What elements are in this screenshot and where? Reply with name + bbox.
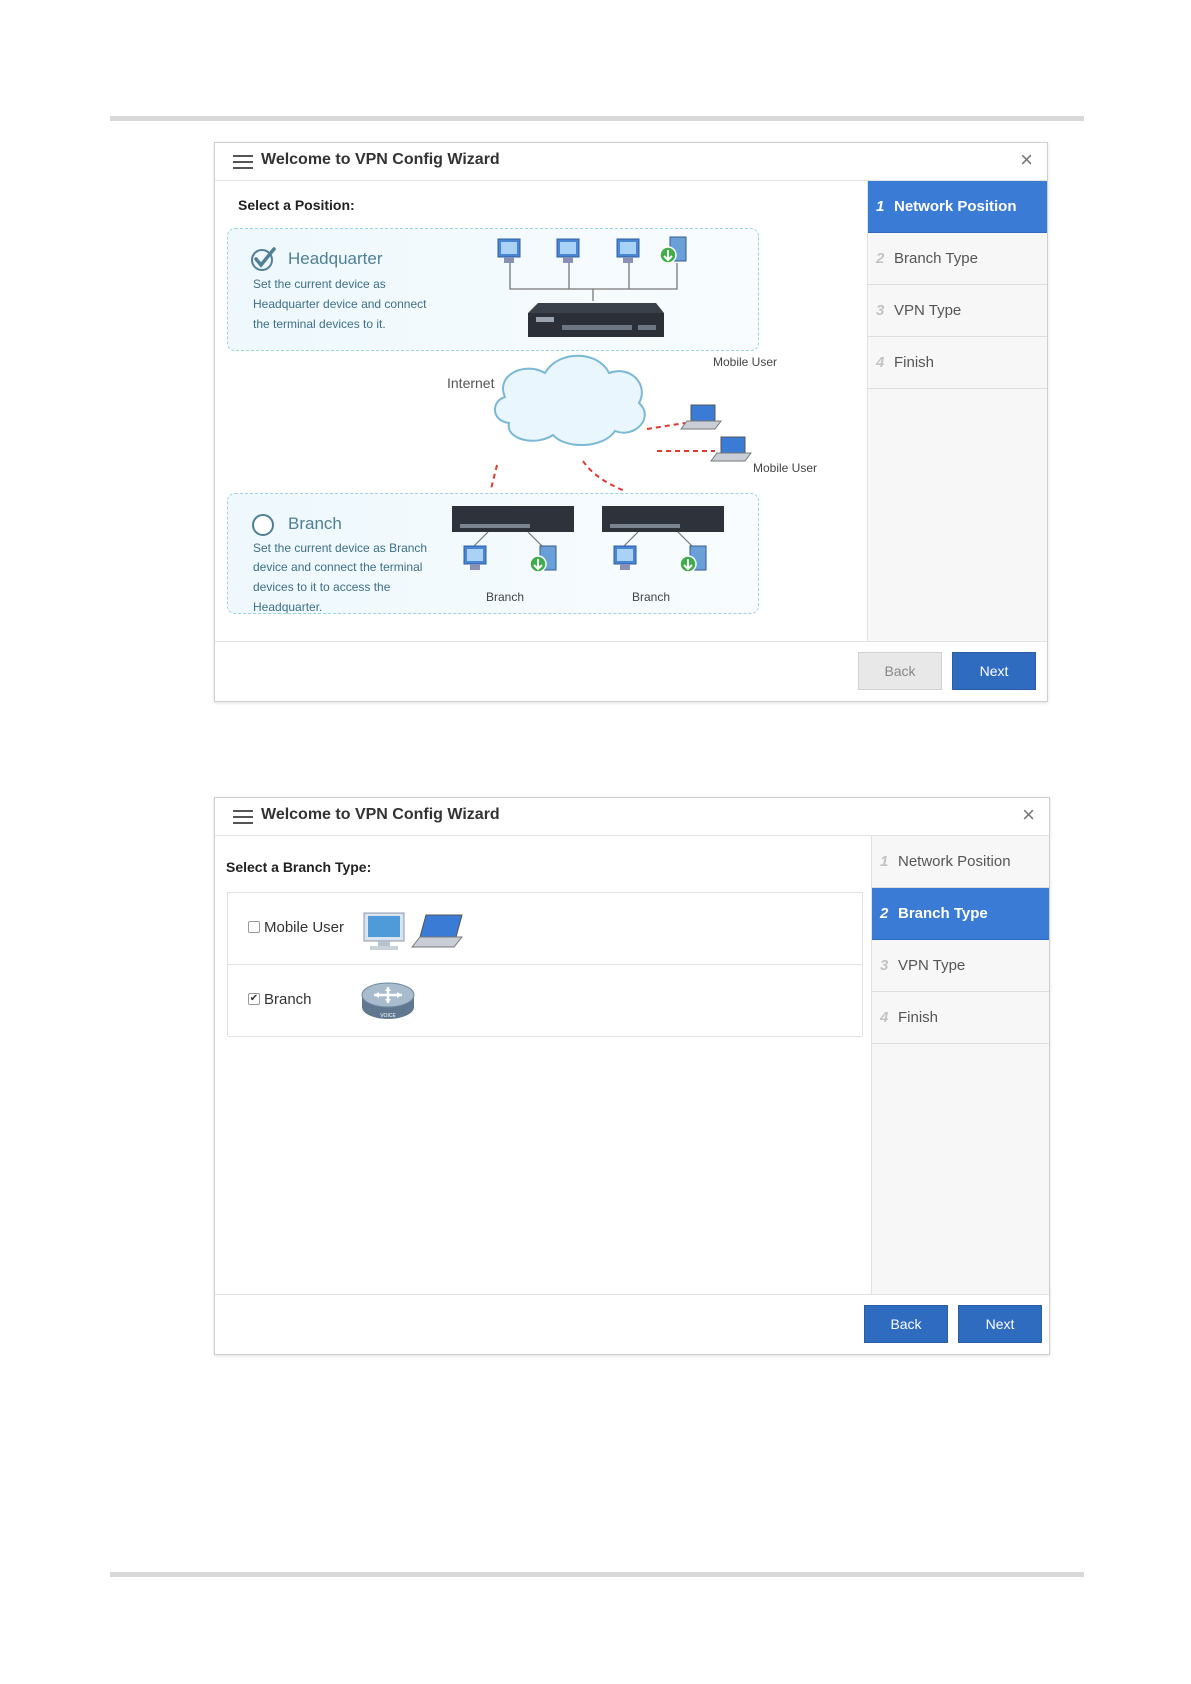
next-button[interactable]: Next: [952, 652, 1036, 690]
router-device-icon: [528, 303, 664, 337]
step-number: 3: [880, 957, 889, 974]
title-bar: Welcome to VPN Config Wizard ×: [215, 798, 1049, 836]
server-download-icon: [679, 545, 707, 573]
branch-checkbox[interactable]: ✔: [248, 993, 260, 1005]
headquarter-option[interactable]: Headquarter Set the current device as He…: [227, 228, 759, 351]
step-number: 2: [876, 250, 885, 267]
vpn-wizard-window-branch-type: Welcome to VPN Config Wizard × Select a …: [214, 797, 1050, 1355]
select-position-heading: Select a Position:: [238, 197, 355, 213]
branch-desc-line1: Set the current device as Branch: [253, 541, 428, 555]
mobile-user-label-2: Mobile User: [753, 461, 818, 475]
step-number: 1: [880, 853, 889, 870]
step-network-position[interactable]: 1 Network Position: [872, 836, 1049, 888]
server-download-icon: [529, 545, 557, 573]
router-device-icon: [452, 506, 574, 532]
wizard-steps-sidebar: 1 Network Position 2 Branch Type 3 VPN Type…: [871, 836, 1049, 1296]
laptop-icon: [680, 404, 722, 430]
wizard-steps-sidebar: 1 Network Position 2 Branch Type 3 VPN Type…: [867, 181, 1047, 643]
step-number: 1: [876, 198, 885, 215]
checked-radio-icon[interactable]: [250, 245, 278, 273]
step-label: Branch Type: [894, 250, 978, 267]
mobile-user-label-1: Mobile User: [713, 355, 778, 369]
router-device-icon: [602, 506, 724, 532]
back-button[interactable]: Back: [864, 1305, 948, 1343]
window-title: Welcome to VPN Config Wizard: [261, 806, 500, 823]
vpn-wizard-window-position: Welcome to VPN Config Wizard × Select a …: [214, 142, 1048, 702]
router-icon: VOICE: [361, 982, 415, 1019]
step-label: VPN Type: [894, 302, 962, 319]
next-button[interactable]: Next: [958, 1305, 1042, 1343]
pc-icon: [497, 238, 521, 263]
step-branch-type[interactable]: 2 Branch Type: [872, 888, 1049, 940]
step-vpn-type[interactable]: 3 VPN Type: [868, 285, 1047, 337]
step-finish[interactable]: 4 Finish: [868, 337, 1047, 389]
wizard-footer: Back Next: [215, 641, 1047, 701]
step-label: VPN Type: [898, 957, 966, 974]
internet-cloud-icon: [494, 354, 646, 447]
pc-icon: [556, 238, 580, 263]
step-label: Network Position: [898, 853, 1011, 870]
branch-label: Branch: [264, 991, 312, 1008]
step-number: 4: [876, 354, 885, 371]
document-page: Welcome to VPN Config Wizard × Select a …: [0, 0, 1191, 1684]
pc-icon: [463, 545, 487, 570]
close-icon[interactable]: ×: [1020, 147, 1033, 173]
pc-icon: [613, 545, 637, 570]
branch-device-label-1: Branch: [486, 590, 525, 604]
menu-icon[interactable]: [233, 810, 253, 824]
mobile-user-devices-icon: [363, 912, 464, 950]
step-label: Network Position: [894, 198, 1017, 215]
router-caption: VOICE: [380, 1013, 396, 1019]
option-branch[interactable]: ✔ Branch VOICE: [228, 965, 862, 1037]
branch-desc-line4: Headquarter.: [253, 600, 323, 614]
wizard-footer: Back Next: [215, 1294, 1049, 1354]
mobile-user-label: Mobile User: [264, 919, 345, 936]
window-title: Welcome to VPN Config Wizard: [261, 151, 500, 168]
step-label: Branch Type: [898, 905, 988, 922]
step-network-position[interactable]: 1 Network Position: [868, 181, 1047, 233]
branch-desc-line2: device and connect the terminal: [253, 560, 423, 574]
branch-desc-line3: devices to it to access the: [253, 580, 391, 594]
server-download-icon: [659, 236, 687, 264]
headquarter-title: Headquarter: [288, 249, 383, 268]
branch-option[interactable]: Branch Set the current device as Branch …: [227, 493, 759, 614]
step-label: Finish: [898, 1009, 939, 1026]
branch-device-label-2: Branch: [632, 590, 671, 604]
internet-label: Internet: [447, 375, 495, 391]
step-number: 4: [880, 1009, 889, 1026]
title-bar: Welcome to VPN Config Wizard ×: [215, 143, 1047, 181]
footer-rule: [110, 1572, 1084, 1577]
laptop-icon: [710, 436, 752, 462]
headquarter-topology-diagram: [497, 236, 687, 337]
step-label: Finish: [894, 354, 935, 371]
menu-icon[interactable]: [233, 155, 253, 169]
pc-icon: [616, 238, 640, 263]
branch-title: Branch: [288, 514, 342, 533]
step-number: 3: [876, 302, 885, 319]
step-finish[interactable]: 4 Finish: [872, 992, 1049, 1044]
mobile-user-checkbox[interactable]: [248, 921, 260, 933]
step-vpn-type[interactable]: 3 VPN Type: [872, 940, 1049, 992]
branch-topology-diagram: [452, 506, 724, 573]
headquarter-desc-line2: Headquarter device and connect: [253, 297, 427, 311]
step-number: 2: [880, 905, 889, 922]
header-rule: [110, 116, 1084, 121]
headquarter-desc-line1: Set the current device as: [253, 277, 386, 291]
back-button[interactable]: Back: [858, 652, 942, 690]
unchecked-radio-icon[interactable]: [252, 514, 274, 536]
select-branch-type-heading: Select a Branch Type:: [226, 859, 372, 875]
close-icon[interactable]: ×: [1022, 802, 1035, 828]
headquarter-desc-line3: the terminal devices to it.: [253, 317, 386, 331]
branch-type-list: Mobile User ✔ Branch VOICE: [227, 892, 863, 1037]
step-branch-type[interactable]: 2 Branch Type: [868, 233, 1047, 285]
option-mobile-user[interactable]: Mobile User: [228, 893, 862, 965]
